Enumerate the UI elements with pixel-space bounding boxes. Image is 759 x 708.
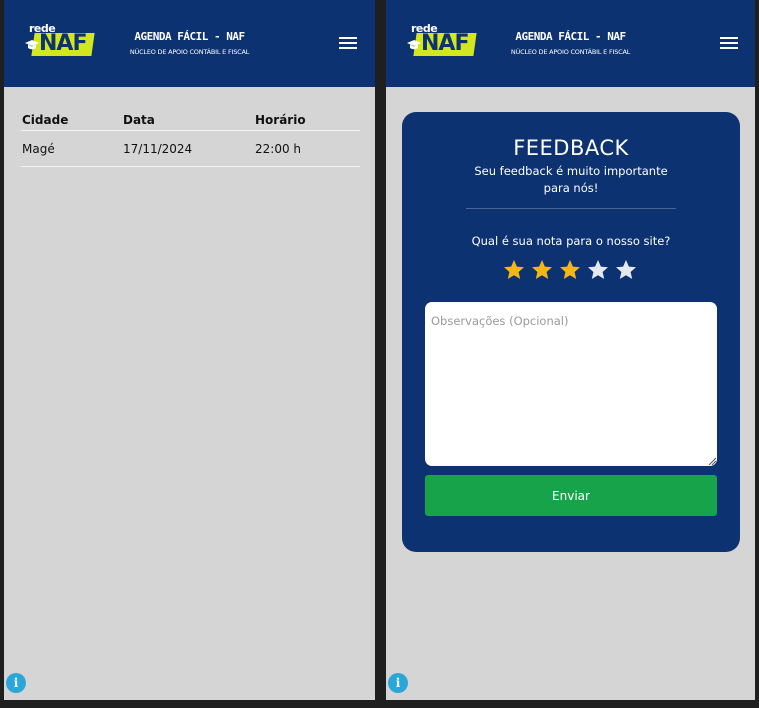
app-header: rede NAF AGENDA FÁCIL - NAF NÚCLEO DE AP… [4, 0, 375, 87]
rating-question: Qual é sua nota para o nosso site? [471, 234, 671, 248]
resize-grip-icon[interactable] [708, 457, 716, 465]
hamburger-menu-icon[interactable] [720, 37, 738, 50]
star-icon[interactable] [530, 258, 554, 282]
app-title: AGENDA FÁCIL - NAF [515, 30, 626, 43]
table-header-row: Cidade Data Horário [21, 111, 360, 131]
app-header: rede NAF AGENDA FÁCIL - NAF NÚCLEO DE AP… [386, 0, 755, 87]
star-icon[interactable] [502, 258, 526, 282]
feedback-subtitle: Seu feedback é muito importante para nós… [474, 164, 668, 195]
feedback-title: FEEDBACK [513, 136, 629, 160]
feedback-screen: rede NAF AGENDA FÁCIL - NAF NÚCLEO DE AP… [386, 0, 755, 700]
hamburger-menu-icon[interactable] [339, 37, 357, 50]
star-icon[interactable] [614, 258, 638, 282]
info-icon[interactable]: i [388, 673, 408, 693]
cell-horario: 22:00 h [255, 141, 302, 156]
table-row: Magé 17/11/2024 22:00 h [21, 131, 360, 167]
cell-data: 17/11/2024 [123, 141, 193, 156]
star-rating [502, 258, 642, 282]
star-icon[interactable] [558, 258, 582, 282]
feedback-card: FEEDBACK Seu feedback é muito importante… [402, 112, 740, 552]
schedule-table: Cidade Data Horário Magé 17/11/2024 22:0… [21, 111, 360, 167]
cell-cidade: Magé [22, 141, 55, 156]
star-icon[interactable] [586, 258, 610, 282]
divider [466, 208, 676, 209]
app-subtitle: NÚCLEO DE APOIO CONTÁBIL E FISCAL [129, 48, 250, 56]
submit-feedback-button[interactable]: Enviar [425, 475, 717, 516]
app-title: AGENDA FÁCIL - NAF [134, 30, 245, 43]
column-header-data: Data [123, 113, 155, 127]
schedule-screen: rede NAF AGENDA FÁCIL - NAF NÚCLEO DE AP… [4, 0, 375, 700]
info-icon[interactable]: i [6, 673, 26, 693]
column-header-horario: Horário [255, 113, 306, 127]
column-header-cidade: Cidade [22, 113, 69, 127]
app-subtitle: NÚCLEO DE APOIO CONTÁBIL E FISCAL [510, 48, 631, 56]
observations-textarea[interactable] [425, 302, 717, 466]
